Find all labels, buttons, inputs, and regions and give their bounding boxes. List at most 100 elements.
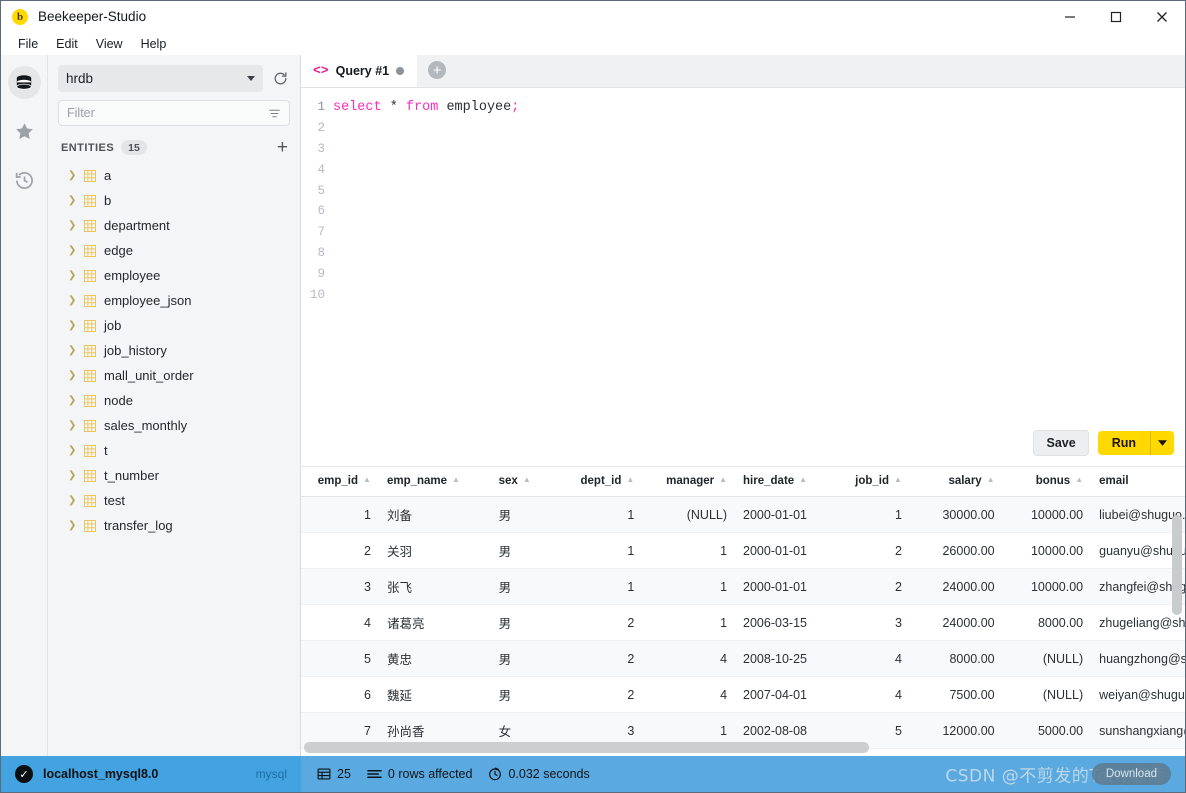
rail-history-icon[interactable] (8, 164, 41, 197)
sidebar-entity-transfer_log[interactable]: ❯transfer_log (48, 513, 300, 538)
cell-email[interactable]: zhangfei@shuguo.com (1091, 569, 1185, 605)
table-row[interactable]: 4诸葛亮男212006-03-15324000.008000.00zhugeli… (301, 605, 1185, 641)
cell-dept_id[interactable]: 1 (560, 533, 642, 569)
cell-sex[interactable]: 男 (491, 533, 561, 569)
cell-emp_id[interactable]: 4 (301, 605, 379, 641)
cell-dept_id[interactable]: 2 (560, 605, 642, 641)
cell-emp_id[interactable]: 1 (301, 497, 379, 533)
sort-asc-icon[interactable]: ▲ (799, 475, 807, 484)
cell-sex[interactable]: 男 (491, 677, 561, 713)
rail-database-icon[interactable] (8, 66, 41, 99)
cell-emp_name[interactable]: 黄忠 (379, 641, 491, 677)
sidebar-entity-a[interactable]: ❯a (48, 163, 300, 188)
cell-salary[interactable]: 6000.00 (910, 749, 1003, 757)
column-header-sex[interactable]: sex▲ (491, 467, 561, 497)
add-entity-button[interactable]: + (277, 141, 288, 155)
cell-manager[interactable]: 4 (642, 641, 735, 677)
code-line[interactable]: 10 (301, 284, 1185, 305)
run-button[interactable]: Run (1098, 431, 1150, 455)
cell-bonus[interactable]: 5000.00 (1003, 713, 1092, 749)
menu-help[interactable]: Help (132, 35, 176, 53)
save-button[interactable]: Save (1033, 430, 1088, 456)
cell-salary[interactable]: 26000.00 (910, 533, 1003, 569)
cell-salary[interactable]: 30000.00 (910, 497, 1003, 533)
maximize-icon[interactable] (1093, 1, 1139, 32)
cell-bonus[interactable]: 8000.00 (1003, 605, 1092, 641)
cell-bonus[interactable]: (NULL) (1003, 749, 1092, 757)
cell-hire_date[interactable]: 2000-01-01 (735, 497, 838, 533)
cell-email[interactable]: zhugeliang@shuguo.com (1091, 605, 1185, 641)
cell-manager[interactable]: 1 (642, 605, 735, 641)
sort-asc-icon[interactable]: ▲ (452, 475, 460, 484)
chevron-right-icon[interactable]: ❯ (68, 495, 76, 506)
column-header-job_id[interactable]: job_id▲ (838, 467, 910, 497)
chevron-right-icon[interactable]: ❯ (68, 220, 76, 231)
cell-email[interactable]: liubei@shuguo.com (1091, 497, 1185, 533)
cell-emp_name[interactable]: 张飞 (379, 569, 491, 605)
cell-bonus[interactable]: 10000.00 (1003, 497, 1092, 533)
chevron-right-icon[interactable]: ❯ (68, 445, 76, 456)
cell-job_id[interactable]: 4 (838, 677, 910, 713)
add-tab-button[interactable]: + (428, 61, 446, 79)
cell-salary[interactable]: 8000.00 (910, 641, 1003, 677)
database-select[interactable]: hrdb (58, 65, 263, 92)
cell-hire_date[interactable]: 2000-01-01 (735, 533, 838, 569)
download-button[interactable]: Download (1092, 763, 1171, 785)
cell-hire_date[interactable]: 2008-10-25 (735, 641, 838, 677)
column-header-dept_id[interactable]: dept_id▲ (560, 467, 642, 497)
chevron-right-icon[interactable]: ❯ (68, 395, 76, 406)
table-row[interactable]: 3张飞男112000-01-01224000.0010000.00zhangfe… (301, 569, 1185, 605)
cell-sex[interactable]: 男 (491, 497, 561, 533)
sort-asc-icon[interactable]: ▲ (626, 475, 634, 484)
table-row[interactable]: 6魏延男242007-04-0147500.00(NULL)weiyan@shu… (301, 677, 1185, 713)
cell-hire_date[interactable]: 2000-01-01 (735, 569, 838, 605)
chevron-right-icon[interactable]: ❯ (68, 420, 76, 431)
chevron-right-icon[interactable]: ❯ (68, 470, 76, 481)
results-vertical-scrollbar[interactable] (1172, 515, 1182, 615)
sort-asc-icon[interactable]: ▲ (523, 475, 531, 484)
cell-emp_id[interactable]: 3 (301, 569, 379, 605)
cell-emp_id[interactable]: 5 (301, 641, 379, 677)
chevron-right-icon[interactable]: ❯ (68, 195, 76, 206)
code-line[interactable]: 2 (301, 118, 1185, 139)
chevron-right-icon[interactable]: ❯ (68, 170, 76, 181)
cell-email[interactable]: sunyahuan@shuguo.com (1091, 749, 1185, 757)
cell-emp_name[interactable]: 诸葛亮 (379, 605, 491, 641)
cell-job_id[interactable]: 2 (838, 569, 910, 605)
tab-query-1[interactable]: <> Query #1 (301, 54, 417, 87)
results-grid[interactable]: emp_id▲emp_name▲sex▲dept_id▲manager▲hire… (301, 466, 1185, 756)
sidebar-entity-b[interactable]: ❯b (48, 188, 300, 213)
filter-icon[interactable] (268, 107, 281, 120)
minimize-icon[interactable] (1047, 1, 1093, 32)
sql-editor[interactable]: 1select * from employee;2345678910 Save … (301, 88, 1185, 466)
sidebar-entity-t_number[interactable]: ❯t_number (48, 463, 300, 488)
cell-dept_id[interactable]: 1 (560, 497, 642, 533)
chevron-right-icon[interactable]: ❯ (68, 295, 76, 306)
column-header-manager[interactable]: manager▲ (642, 467, 735, 497)
sidebar-entity-test[interactable]: ❯test (48, 488, 300, 513)
cell-dept_id[interactable]: 1 (560, 569, 642, 605)
cell-job_id[interactable]: 4 (838, 641, 910, 677)
results-horizontal-scrollbar[interactable] (304, 742, 869, 753)
sidebar-entity-employee_json[interactable]: ❯employee_json (48, 288, 300, 313)
cell-email[interactable]: huangzhong@shuguo.com (1091, 641, 1185, 677)
column-header-salary[interactable]: salary▲ (910, 467, 1003, 497)
menu-file[interactable]: File (9, 35, 47, 53)
chevron-right-icon[interactable]: ❯ (68, 345, 76, 356)
cell-salary[interactable]: 24000.00 (910, 569, 1003, 605)
cell-hire_date[interactable]: 2007-04-01 (735, 677, 838, 713)
refresh-icon[interactable] (270, 69, 290, 89)
filter-input[interactable]: Filter (58, 100, 290, 126)
menu-edit[interactable]: Edit (47, 35, 87, 53)
sidebar-entity-job[interactable]: ❯job (48, 313, 300, 338)
code-line[interactable]: 4 (301, 159, 1185, 180)
cell-manager[interactable]: 4 (642, 677, 735, 713)
sort-asc-icon[interactable]: ▲ (1075, 475, 1083, 484)
table-row[interactable]: 2关羽男112000-01-01226000.0010000.00guanyu@… (301, 533, 1185, 569)
cell-email[interactable]: guanyu@shuguo.com (1091, 533, 1185, 569)
cell-emp_name[interactable]: 关羽 (379, 533, 491, 569)
connection-status[interactable]: ✓ localhost_mysql8.0 mysql (1, 756, 301, 792)
run-options-chevron-down-icon[interactable] (1150, 431, 1174, 455)
sidebar-entity-job_history[interactable]: ❯job_history (48, 338, 300, 363)
cell-sex[interactable]: 男 (491, 569, 561, 605)
